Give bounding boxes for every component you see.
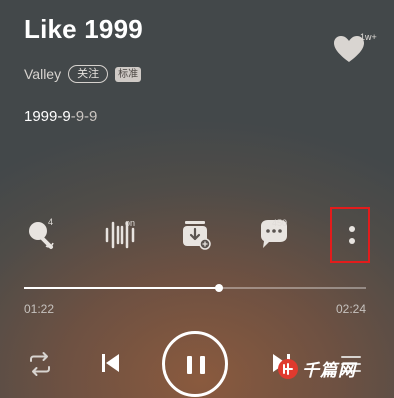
download-icon: [183, 221, 211, 250]
watermark-text: 千篇网: [302, 361, 356, 380]
current-lyric[interactable]: 1999-9-9-9: [24, 108, 97, 125]
comment-count: 450: [272, 218, 288, 228]
artist-name[interactable]: Valley: [24, 66, 61, 82]
sing-button[interactable]: 4: [22, 214, 62, 254]
playback-progress-bar[interactable]: [24, 284, 366, 292]
repeat-icon: [30, 352, 50, 376]
progress-fill: [24, 287, 219, 289]
download-button[interactable]: [177, 214, 217, 254]
sing-count: 4: [48, 217, 54, 227]
lyric-unsung: -9-9: [70, 108, 98, 125]
watermark-logo-icon: [278, 358, 298, 379]
elapsed-time: 01:22: [24, 302, 55, 316]
song-title: Like 1999: [24, 14, 143, 44]
artist-row: Valley 关注 标准: [24, 64, 142, 84]
progress-handle[interactable]: [214, 284, 223, 292]
follow-button[interactable]: 关注: [68, 65, 109, 83]
like-count: 1w+: [360, 32, 377, 42]
comments-button[interactable]: 450: [256, 214, 296, 254]
sound-effect-state: on: [125, 218, 136, 228]
repeat-button[interactable]: [26, 350, 54, 383]
previous-button[interactable]: [98, 350, 124, 381]
watermark: 千篇网: [278, 356, 356, 381]
lyric-sung: 1999-9: [24, 108, 71, 125]
total-time: 02:24: [335, 302, 366, 316]
sound-effect-button[interactable]: on: [100, 214, 140, 254]
previous-icon: [102, 354, 119, 372]
pause-button[interactable]: [162, 331, 228, 397]
more-options-button[interactable]: [330, 207, 370, 263]
microphone-icon: [29, 222, 54, 249]
quality-badge[interactable]: 标准: [115, 66, 142, 82]
